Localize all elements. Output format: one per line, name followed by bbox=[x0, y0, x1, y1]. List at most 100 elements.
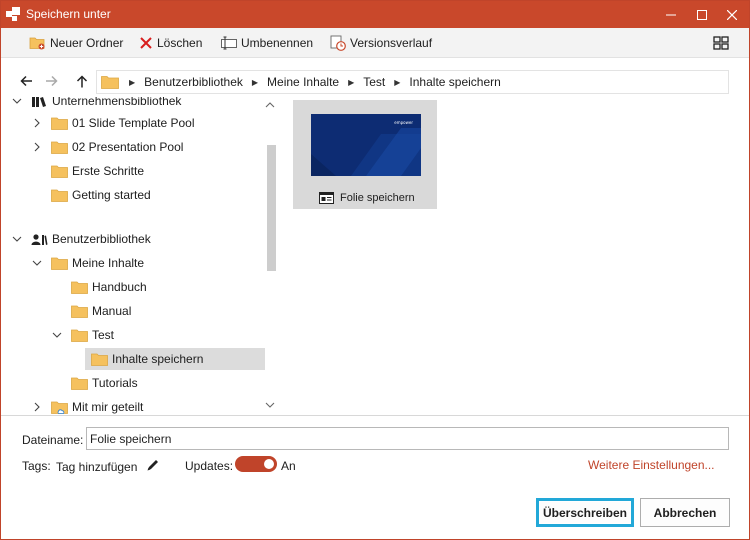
chevron-right-icon[interactable] bbox=[31, 117, 43, 129]
rename-icon bbox=[221, 36, 237, 50]
scroll-up-icon[interactable] bbox=[265, 101, 275, 109]
tree-item-manual[interactable]: Manual bbox=[71, 300, 131, 322]
folder-icon bbox=[51, 257, 68, 270]
new-folder-label: Neuer Ordner bbox=[50, 36, 124, 50]
arrow-up-icon bbox=[76, 74, 88, 87]
rename-button[interactable]: Umbenennen bbox=[221, 28, 313, 58]
tree-item-label: Handbuch bbox=[92, 280, 147, 294]
tree-item-label: Unternehmensbibliothek bbox=[52, 97, 182, 108]
tree-item-inhalte-speichern[interactable]: Inhalte speichern bbox=[85, 348, 265, 370]
chevron-down-icon[interactable] bbox=[11, 97, 23, 107]
cancel-button[interactable]: Abbrechen bbox=[640, 498, 730, 527]
address-bar[interactable]: ▶ Benutzerbibliothek ▶ Meine Inhalte ▶ T… bbox=[96, 70, 729, 94]
minimize-button[interactable] bbox=[656, 1, 686, 28]
tree-item-handbuch[interactable]: Handbuch bbox=[71, 276, 147, 298]
tree-item-label: Benutzerbibliothek bbox=[52, 232, 151, 246]
more-settings-link[interactable]: Weitere Einstellungen... bbox=[588, 458, 715, 472]
chevron-right-icon: ▶ bbox=[348, 77, 355, 87]
folder-icon bbox=[71, 329, 88, 342]
updates-label: Updates: bbox=[185, 459, 234, 473]
tree-item-label: Manual bbox=[92, 304, 132, 318]
tree-item-label: 02 Presentation Pool bbox=[72, 140, 184, 154]
version-history-label: Versionsverlauf bbox=[350, 36, 433, 50]
folder-icon bbox=[51, 165, 68, 178]
rename-label: Umbenennen bbox=[241, 36, 314, 50]
filename-input[interactable] bbox=[86, 427, 729, 450]
library-icon bbox=[32, 97, 46, 107]
tree-scrollbar-thumb[interactable] bbox=[267, 145, 276, 271]
chevron-right-icon[interactable] bbox=[31, 401, 43, 413]
maximize-icon bbox=[697, 9, 707, 20]
chevron-down-icon[interactable] bbox=[31, 257, 43, 269]
window-title: Speichern unter bbox=[26, 7, 111, 21]
tree-item-slide-template-pool[interactable]: 01 Slide Template Pool bbox=[31, 112, 195, 134]
breadcrumb-item[interactable]: Test bbox=[363, 75, 385, 89]
file-tile[interactable]: empower Folie speichern bbox=[293, 100, 437, 209]
folder-icon bbox=[71, 377, 88, 390]
pencil-icon[interactable] bbox=[146, 458, 160, 472]
delete-label: Löschen bbox=[157, 36, 203, 50]
title-bar: Speichern unter bbox=[1, 1, 749, 28]
file-caption: Folie speichern bbox=[319, 192, 415, 204]
tree-item-label: Meine Inhalte bbox=[72, 256, 145, 270]
up-button[interactable] bbox=[74, 73, 90, 89]
folder-icon bbox=[101, 76, 119, 89]
tree-item-label: Test bbox=[92, 328, 115, 342]
folder-icon bbox=[91, 353, 108, 366]
updates-state: An bbox=[281, 459, 296, 473]
overwrite-button[interactable]: Überschreiben bbox=[536, 498, 634, 527]
tree-item-erste-schritte[interactable]: Erste Schritte bbox=[51, 160, 144, 182]
version-history-button[interactable]: Versionsverlauf bbox=[330, 28, 432, 58]
tree-item-test[interactable]: Test bbox=[51, 324, 114, 346]
tree-item-shared-with-me[interactable]: Mit mir geteilt bbox=[31, 396, 143, 415]
tree-item-label: Inhalte speichern bbox=[112, 352, 204, 366]
tree-item-getting-started[interactable]: Getting started bbox=[51, 184, 151, 206]
shared-folder-icon bbox=[51, 401, 68, 414]
tree-item-meine-inhalte[interactable]: Meine Inhalte bbox=[31, 252, 144, 274]
scroll-down-icon[interactable] bbox=[265, 401, 275, 409]
arrow-right-icon bbox=[45, 75, 58, 87]
tree-item-label: 01 Slide Template Pool bbox=[72, 116, 195, 130]
arrow-left-icon bbox=[19, 75, 32, 87]
maximize-button[interactable] bbox=[687, 1, 717, 28]
folder-icon bbox=[71, 281, 88, 294]
tree-item-label: Erste Schritte bbox=[72, 164, 145, 178]
version-history-icon bbox=[330, 35, 346, 51]
tree-item-presentation-pool[interactable]: 02 Presentation Pool bbox=[31, 136, 183, 158]
folder-icon bbox=[71, 305, 88, 318]
filename-label: Dateiname: bbox=[22, 433, 84, 447]
chevron-right-icon: ▶ bbox=[394, 77, 401, 87]
app-icon bbox=[6, 7, 20, 21]
slide-icon bbox=[319, 192, 334, 204]
close-button[interactable] bbox=[717, 1, 747, 28]
chevron-right-icon[interactable] bbox=[31, 141, 43, 153]
new-folder-icon bbox=[29, 37, 45, 50]
breadcrumb-item[interactable]: Benutzerbibliothek bbox=[144, 75, 243, 89]
divider bbox=[1, 415, 749, 416]
forward-button[interactable] bbox=[43, 73, 59, 89]
content-pane: empower Folie speichern bbox=[282, 97, 749, 415]
folder-tree: Unternehmensbibliothek 01 Slide Template… bbox=[1, 97, 281, 415]
delete-button[interactable]: Löschen bbox=[139, 28, 202, 58]
folder-icon bbox=[51, 141, 68, 154]
chevron-down-icon[interactable] bbox=[51, 329, 63, 341]
tree-item-tutorials[interactable]: Tutorials bbox=[71, 372, 138, 394]
back-button[interactable] bbox=[18, 73, 34, 89]
chevron-down-icon[interactable] bbox=[11, 233, 23, 245]
navigation-bar: ▶ Benutzerbibliothek ▶ Meine Inhalte ▶ T… bbox=[1, 65, 749, 97]
view-grid-icon[interactable] bbox=[713, 35, 729, 51]
folder-icon bbox=[51, 117, 68, 130]
close-icon bbox=[727, 9, 737, 20]
new-folder-button[interactable]: Neuer Ordner bbox=[29, 28, 123, 58]
add-tag-link[interactable]: Tag hinzufügen bbox=[56, 460, 137, 474]
tree-item-label: Mit mir geteilt bbox=[72, 400, 144, 414]
save-as-dialog: Speichern unter Neuer Ordner Löschen Umb… bbox=[0, 0, 750, 540]
tree-item-user-library[interactable]: Benutzerbibliothek bbox=[11, 228, 151, 250]
tree-item-company-library[interactable]: Unternehmensbibliothek bbox=[11, 97, 181, 112]
updates-toggle[interactable] bbox=[235, 456, 277, 472]
chevron-right-icon: ▶ bbox=[129, 77, 136, 87]
breadcrumb-item[interactable]: Meine Inhalte bbox=[267, 75, 339, 89]
user-library-icon bbox=[31, 233, 48, 245]
breadcrumb-item[interactable]: Inhalte speichern bbox=[409, 75, 500, 89]
folder-icon bbox=[51, 189, 68, 202]
